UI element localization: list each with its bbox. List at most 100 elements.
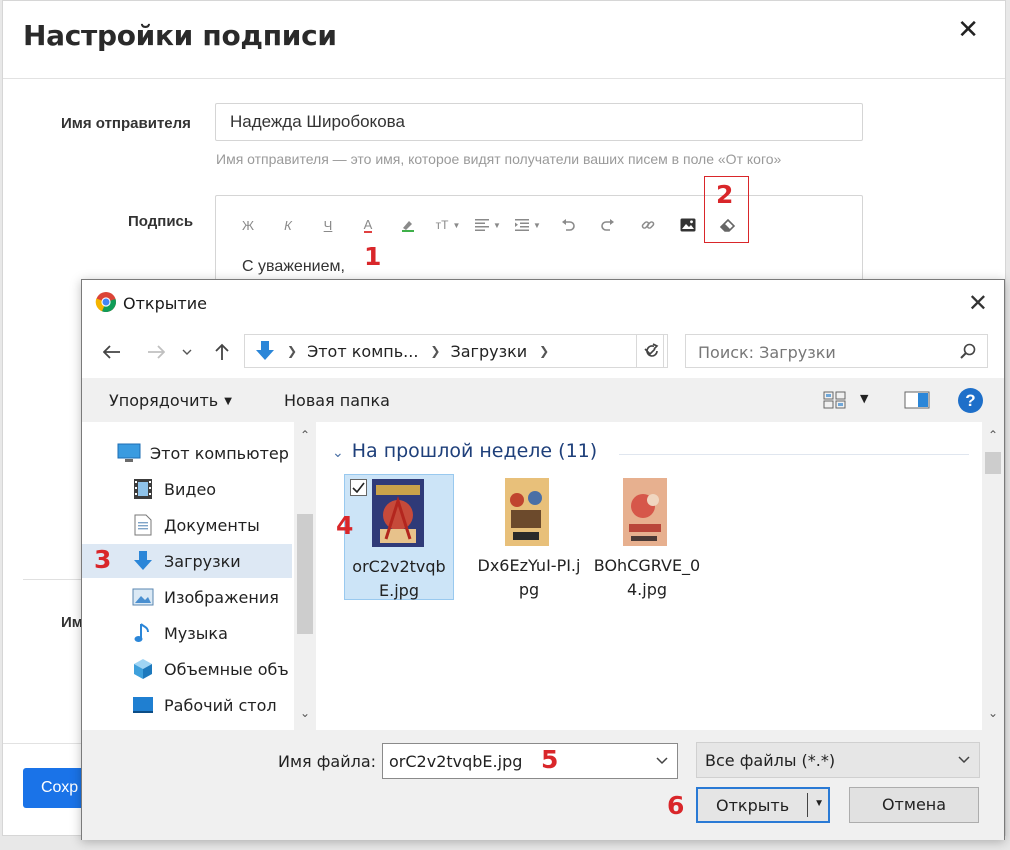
link-button[interactable] xyxy=(628,212,668,238)
breadcrumb-downloads[interactable]: Загрузки xyxy=(450,342,527,361)
nav-item-label: Загрузки xyxy=(164,551,241,571)
file-thumbnail xyxy=(372,479,424,547)
sender-name-input[interactable] xyxy=(215,103,863,141)
annotation-step-5: 5 xyxy=(541,745,559,774)
annotation-step-1: 1 xyxy=(364,242,382,271)
underline-icon: Ч xyxy=(323,217,333,233)
nav-pane-scrollbar[interactable]: ⌃ ⌄ xyxy=(294,422,316,730)
chrome-icon xyxy=(95,292,116,313)
sender-name-label: Имя отправителя xyxy=(61,115,191,132)
organize-menu[interactable]: Упорядочить ▼ xyxy=(109,391,232,410)
italic-button[interactable]: К xyxy=(268,212,308,238)
documents-icon xyxy=(130,514,156,536)
chevron-down-icon[interactable] xyxy=(655,753,669,769)
image-icon xyxy=(680,218,696,232)
forward-button[interactable] xyxy=(142,339,170,365)
file-thumbnail xyxy=(505,478,549,546)
arrow-right-icon xyxy=(148,345,165,359)
scroll-up-icon[interactable]: ⌃ xyxy=(982,428,1004,448)
preview-pane-icon[interactable] xyxy=(904,390,930,410)
refresh-button[interactable] xyxy=(636,334,668,368)
back-button[interactable] xyxy=(98,339,126,365)
filename-label: Имя файла: xyxy=(278,752,377,771)
annotation-step-4: 4 xyxy=(336,511,354,540)
desktop-icon xyxy=(130,694,156,716)
chevron-down-icon: ▼ xyxy=(493,220,501,230)
dialog-title: Открытие xyxy=(123,294,207,313)
chevron-down-icon xyxy=(182,349,192,355)
undo-button[interactable] xyxy=(548,212,588,238)
file-item[interactable]: orC2v2tvqbE.jpg xyxy=(344,474,454,600)
bold-button[interactable]: Ж xyxy=(228,212,268,238)
open-button[interactable]: Открыть ▼ xyxy=(696,787,830,823)
file-type-value: Все файлы (*.*) xyxy=(705,751,836,770)
recent-locations-button[interactable] xyxy=(178,339,196,365)
file-name: BOhCGRVE_04.jpg xyxy=(593,556,701,599)
navigation-pane: Этот компьютер Видео Документы Загрузки … xyxy=(82,422,318,730)
highlight-button[interactable] xyxy=(388,212,428,238)
nav-item-label: Объемные объ xyxy=(164,659,289,679)
chevron-down-icon: ▼ xyxy=(452,220,461,230)
align-button[interactable]: ▼ xyxy=(468,212,508,238)
group-header-label: На прошлой неделе (11) xyxy=(351,440,598,462)
header-divider xyxy=(3,78,1005,79)
nav-item-downloads[interactable]: Загрузки xyxy=(82,544,292,578)
text-color-icon: A xyxy=(363,216,373,233)
file-item[interactable]: BOhCGRVE_04.jpg xyxy=(592,474,702,600)
up-button[interactable] xyxy=(208,339,236,365)
filename-input[interactable]: orC2v2tvqbE.jpg xyxy=(382,743,678,779)
command-bar: Упорядочить ▼ Новая папка ▼ ? xyxy=(82,378,1004,422)
navigation-bar: ❯ Этот компь... ❯ Загрузки ❯ Поиск: Загр… xyxy=(82,333,1004,373)
chevron-down-icon xyxy=(958,756,970,764)
cancel-button[interactable]: Отмена xyxy=(849,787,979,823)
breadcrumb-this-pc[interactable]: Этот компь... xyxy=(307,342,418,361)
file-item[interactable]: Dx6EzYuI-PI.jpg xyxy=(474,474,584,600)
redo-button[interactable] xyxy=(588,212,628,238)
breadcrumb-separator: ❯ xyxy=(287,344,298,358)
files-pane-scrollbar[interactable]: ⌃ ⌄ xyxy=(982,422,1004,730)
files-pane-scroll-thumb[interactable] xyxy=(985,452,1001,474)
underline-button[interactable]: Ч xyxy=(308,212,348,238)
nav-item-label: Документы xyxy=(164,515,260,535)
nav-pane-scroll-thumb[interactable] xyxy=(297,514,313,634)
font-size-button[interactable]: тТ ▼ xyxy=(428,212,468,238)
filename-value: orC2v2tvqbE.jpg xyxy=(389,752,523,771)
files-pane: ⌄ На прошлой неделе (11) orC2v2tvqbE.jpg xyxy=(322,422,1004,730)
file-name: Dx6EzYuI-PI.jpg xyxy=(477,556,581,599)
nav-item-label: Видео xyxy=(164,479,217,499)
dialog-close-icon[interactable]: ✕ xyxy=(968,289,988,317)
text-color-button[interactable]: A xyxy=(348,212,388,238)
scroll-down-icon[interactable]: ⌄ xyxy=(294,706,316,726)
chevron-down-icon: ⌄ xyxy=(332,445,344,461)
modal-title: Настройки подписи xyxy=(23,19,337,52)
nav-item-3d-objects[interactable]: Объемные объ xyxy=(130,652,294,686)
file-checkbox[interactable] xyxy=(350,479,367,496)
view-mode-icon[interactable] xyxy=(823,390,847,410)
group-header-last-week[interactable]: ⌄ На прошлой неделе (11) xyxy=(332,440,597,462)
link-icon xyxy=(641,221,655,229)
font-size-icon: тТ xyxy=(435,218,449,232)
checkmark-icon xyxy=(352,482,365,493)
music-icon xyxy=(130,622,156,644)
caret-down-icon: ▼ xyxy=(224,396,232,407)
refresh-icon xyxy=(646,343,659,357)
page: Настройки подписи ✕ Имя отправителя Имя … xyxy=(0,0,1010,850)
address-bar[interactable]: ❯ Этот компь... ❯ Загрузки ❯ xyxy=(244,334,664,368)
insert-image-button[interactable] xyxy=(668,212,708,238)
annotation-step-2: 2 xyxy=(716,180,734,209)
sender-name-hint: Имя отправителя — это имя, которое видят… xyxy=(216,151,782,167)
file-type-select[interactable]: Все файлы (*.*) xyxy=(696,742,980,778)
search-input[interactable]: Поиск: Загрузки xyxy=(685,334,988,368)
new-folder-button[interactable]: Новая папка xyxy=(284,391,390,410)
indent-button[interactable]: ▼ xyxy=(508,212,548,238)
scroll-up-icon[interactable]: ⌃ xyxy=(294,428,316,448)
annotation-step-3: 3 xyxy=(94,545,112,574)
modal-close-icon[interactable]: ✕ xyxy=(957,15,979,45)
scroll-down-icon[interactable]: ⌄ xyxy=(982,706,1004,726)
signature-text[interactable]: С уважением, xyxy=(242,258,345,276)
caret-down-icon[interactable]: ▼ xyxy=(814,798,824,809)
help-icon[interactable]: ? xyxy=(958,388,983,413)
computer-icon xyxy=(116,442,142,464)
annotation-step-6: 6 xyxy=(667,791,685,820)
view-options-caret[interactable]: ▼ xyxy=(860,392,868,405)
